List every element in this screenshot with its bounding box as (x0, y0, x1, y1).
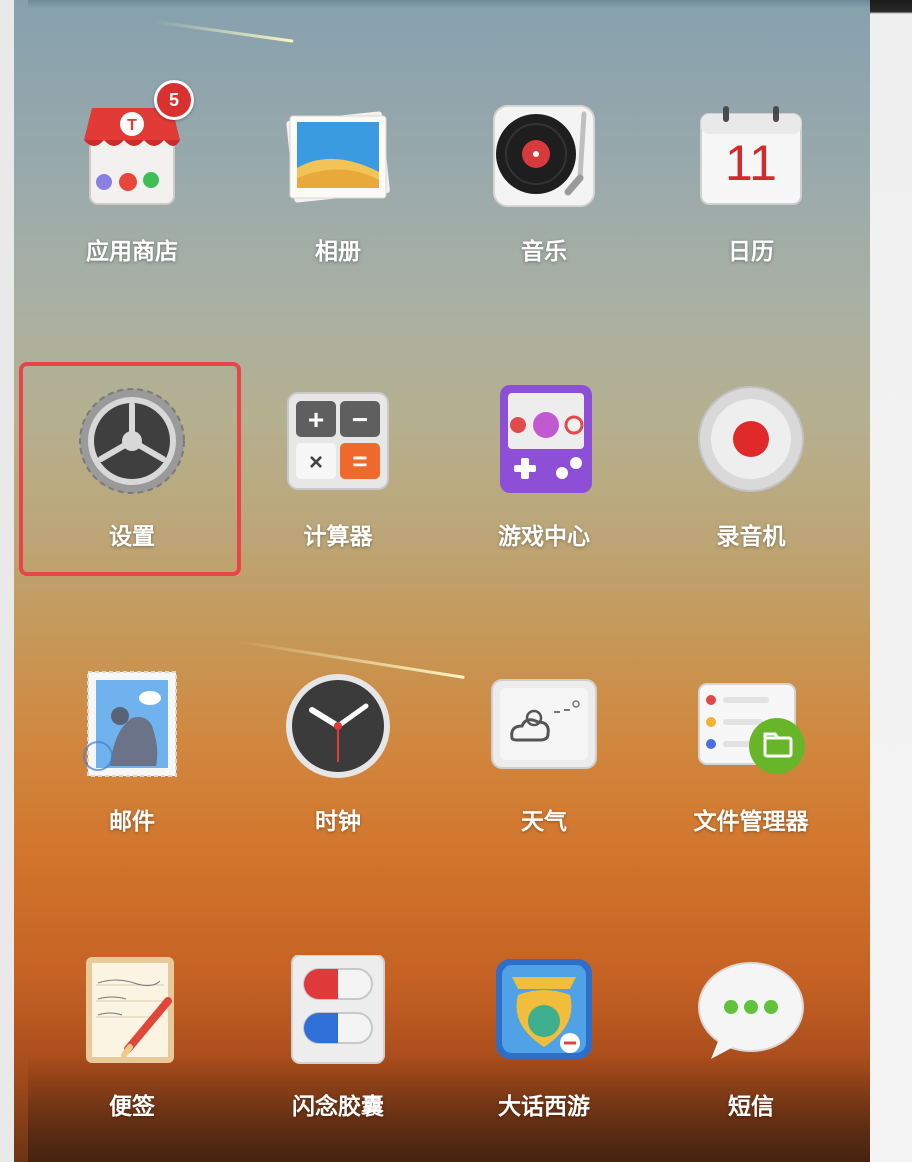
app-label: 设置 (109, 524, 155, 550)
calendar-day: 11 (725, 135, 777, 191)
capsule-icon (282, 955, 394, 1067)
calculator-icon: + − × = (282, 385, 394, 497)
music-tile[interactable]: 音乐 (444, 100, 644, 266)
notepad-icon (76, 955, 188, 1067)
weather-tile[interactable]: 天气 (444, 670, 644, 836)
app-label: 时钟 (315, 809, 361, 835)
svg-text:×: × (309, 449, 323, 476)
photos-icon (282, 100, 394, 212)
app-label: 应用商店 (86, 239, 178, 265)
app-label: 计算器 (303, 524, 373, 550)
turntable-icon (488, 100, 600, 212)
light-streak (154, 20, 294, 43)
app-label: 闪念胶囊 (292, 1094, 384, 1120)
flash-capsule-tile[interactable]: 闪念胶囊 (238, 955, 438, 1121)
right-edge (870, 0, 912, 1162)
notes-tile[interactable]: 便签 (32, 955, 232, 1121)
settings-tile[interactable]: 设置 (32, 385, 232, 551)
weather-icon (488, 670, 600, 782)
stamp-icon (76, 670, 188, 782)
recorder-tile[interactable]: 录音机 (651, 385, 851, 551)
app-label: 天气 (521, 809, 567, 835)
app-label: 相册 (315, 239, 361, 265)
app-store-tile[interactable]: T 5 应用商店 (32, 80, 232, 266)
gear-icon (76, 385, 188, 497)
status-bar-edge (28, 0, 870, 8)
store-icon: T 5 (76, 80, 194, 212)
sms-tile[interactable]: 短信 (651, 955, 851, 1121)
left-edge (0, 0, 14, 1162)
folder-icon (695, 670, 807, 782)
app-label: 大话西游 (498, 1094, 590, 1120)
gamepad-icon (488, 385, 600, 497)
game-logo-icon (488, 955, 600, 1067)
app-label: 录音机 (716, 524, 786, 550)
svg-text:T: T (127, 117, 137, 134)
app-label: 邮件 (109, 809, 155, 835)
mail-tile[interactable]: 邮件 (32, 670, 232, 836)
app-label: 日历 (728, 239, 774, 265)
chat-bubble-icon (695, 955, 807, 1067)
svg-text:−: − (352, 404, 368, 435)
svg-text:=: = (352, 446, 367, 476)
app-label: 短信 (728, 1094, 774, 1120)
app-label: 音乐 (521, 239, 567, 265)
record-icon (695, 385, 807, 497)
clock-tile[interactable]: 时钟 (238, 670, 438, 836)
file-manager-tile[interactable]: 文件管理器 (651, 670, 851, 836)
photos-tile[interactable]: 相册 (238, 100, 438, 266)
notification-badge: 5 (154, 80, 194, 120)
calendar-tile[interactable]: 11 日历 (651, 100, 851, 266)
clock-icon (282, 670, 394, 782)
app-label: 文件管理器 (693, 809, 809, 835)
app-label: 便签 (109, 1094, 155, 1120)
calendar-icon: 11 (695, 100, 807, 212)
westward-journey-tile[interactable]: 大话西游 (444, 955, 644, 1121)
svg-text:+: + (308, 404, 324, 435)
app-label: 游戏中心 (498, 524, 590, 550)
calculator-tile[interactable]: + − × = 计算器 (238, 385, 438, 551)
game-center-tile[interactable]: 游戏中心 (444, 385, 644, 551)
